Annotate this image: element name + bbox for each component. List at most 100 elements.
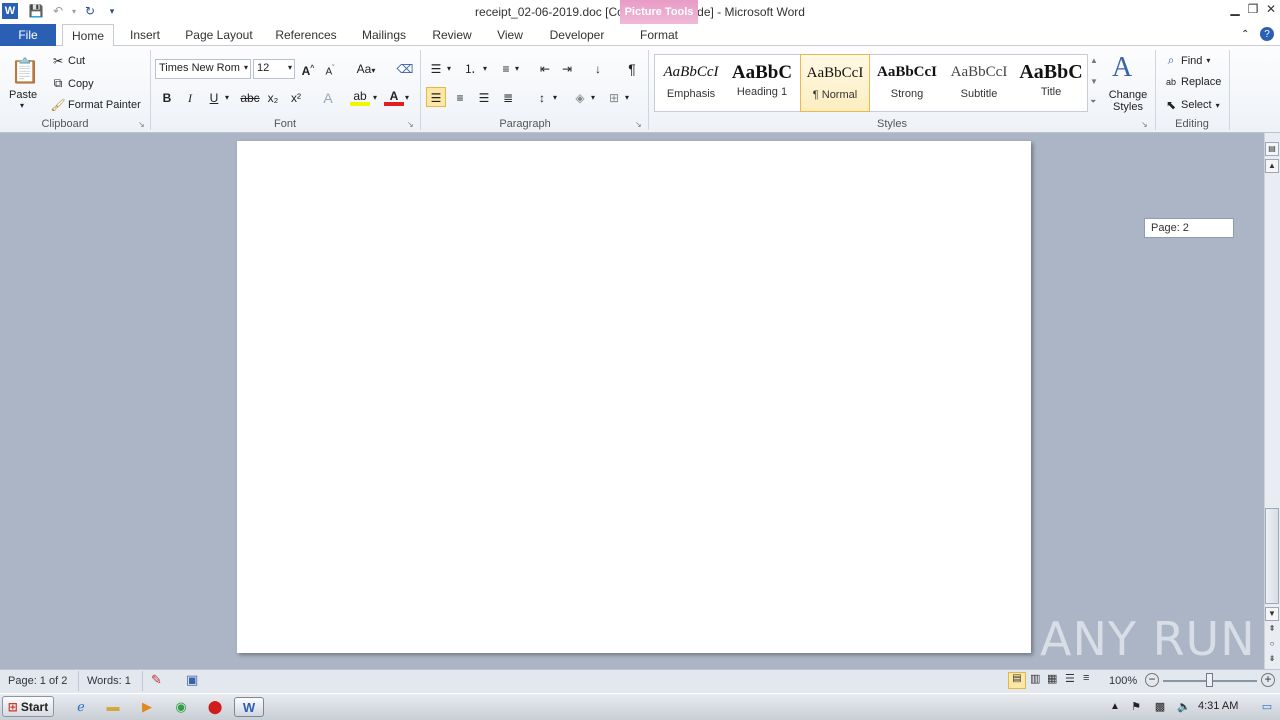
font-name-combo[interactable]: Times New Rom ▾	[155, 59, 251, 79]
volume-icon[interactable]: 🔈	[1176, 697, 1192, 717]
tab-home[interactable]: Home	[62, 24, 114, 47]
underline-dropdown-icon[interactable]: ▾	[222, 88, 232, 108]
opera-icon[interactable]: ⬤	[204, 697, 226, 717]
zoom-slider-thumb[interactable]	[1206, 673, 1213, 687]
replace-button[interactable]: ab Replace	[1163, 76, 1221, 88]
shading-icon[interactable]: ◈	[570, 88, 590, 108]
paste-dropdown-icon[interactable]: ▾	[20, 101, 24, 110]
style-normal[interactable]: AaBbCcI ¶ Normal	[800, 54, 870, 112]
minimize-ribbon-icon[interactable]: ⌃	[1241, 29, 1249, 40]
subscript-button[interactable]: x₂	[263, 88, 283, 108]
justify-icon[interactable]: ≣	[498, 88, 518, 108]
line-spacing-dropdown-icon[interactable]: ▾	[550, 88, 560, 108]
internet-explorer-icon[interactable]: ℯ	[70, 697, 92, 717]
view-ruler-icon[interactable]: ▤	[1265, 142, 1279, 156]
style-emphasis[interactable]: AaBbCcI Emphasis	[656, 54, 726, 112]
shading-dropdown-icon[interactable]: ▾	[588, 88, 598, 108]
zoom-out-icon[interactable]: −	[1145, 673, 1159, 687]
show-desktop-icon[interactable]: ▭	[1258, 697, 1276, 717]
proofing-icon[interactable]: ✎	[151, 672, 162, 688]
show-formatting-icon[interactable]: ¶	[622, 59, 642, 79]
cut-button[interactable]: ✂ Cut	[50, 54, 85, 68]
tab-view[interactable]: View	[490, 24, 530, 46]
select-browse-object-icon[interactable]: ○	[1265, 638, 1279, 652]
sort-icon[interactable]: ↓	[588, 59, 608, 79]
bullets-dropdown-icon[interactable]: ▾	[444, 59, 454, 79]
format-painter-button[interactable]: 🖌 Format Painter	[50, 98, 140, 112]
select-button[interactable]: ⬉ Select ▾	[1163, 98, 1220, 112]
font-launcher-icon[interactable]: ↘	[407, 120, 414, 129]
help-icon[interactable]: ?	[1260, 27, 1274, 41]
shrink-font-icon[interactable]: Aˇ	[320, 59, 340, 79]
clear-formatting-icon[interactable]: ⌫	[395, 59, 415, 79]
grow-font-icon[interactable]: A^	[298, 59, 318, 79]
font-size-combo[interactable]: 12 ▾	[253, 59, 295, 79]
previous-page-icon[interactable]: ⇞	[1265, 623, 1279, 637]
style-subtitle[interactable]: AaBbCcI Subtitle	[944, 54, 1014, 112]
borders-dropdown-icon[interactable]: ▾	[622, 88, 632, 108]
scroll-up-arrow[interactable]: ▲	[1265, 159, 1279, 173]
highlight-dropdown-icon[interactable]: ▾	[370, 88, 380, 108]
style-title[interactable]: AaBbC Title	[1016, 54, 1086, 112]
align-left-icon[interactable]: ☰	[426, 87, 446, 107]
web-layout-icon[interactable]: ▦	[1047, 672, 1057, 685]
underline-button[interactable]: U	[204, 88, 224, 108]
paste-button[interactable]: Paste	[9, 89, 37, 101]
restore-icon[interactable]: ❐	[1244, 2, 1262, 18]
system-clock[interactable]: 4:31 AM	[1198, 700, 1238, 712]
full-screen-reading-icon[interactable]: ▥	[1030, 672, 1040, 685]
font-color-dropdown-icon[interactable]: ▾	[402, 88, 412, 108]
zoom-in-icon[interactable]: +	[1261, 673, 1275, 687]
macro-record-icon[interactable]: ▣	[186, 672, 198, 688]
change-styles-button[interactable]: Change Styles	[1104, 89, 1152, 113]
word-count-status[interactable]: Words: 1	[87, 675, 131, 687]
explorer-folder-icon[interactable]: ▬	[102, 697, 124, 717]
show-hidden-icons[interactable]: ▲	[1108, 697, 1122, 717]
close-icon[interactable]: ✕	[1262, 2, 1280, 18]
font-color-icon[interactable]: A	[384, 88, 404, 106]
styles-scroll-down-icon[interactable]: ▼	[1090, 77, 1098, 86]
tab-mailings[interactable]: Mailings	[354, 24, 414, 46]
styles-more-icon[interactable]: ⏷	[1090, 97, 1096, 107]
paste-icon[interactable]: 📋	[10, 54, 40, 88]
align-right-icon[interactable]: ☰	[474, 88, 494, 108]
italic-button[interactable]: I	[180, 88, 200, 108]
change-styles-icon[interactable]: A	[1112, 52, 1132, 84]
print-layout-icon[interactable]: ▤	[1008, 672, 1026, 689]
chrome-icon[interactable]: ◉	[170, 697, 192, 717]
styles-launcher-icon[interactable]: ↘	[1141, 120, 1148, 129]
scroll-down-arrow[interactable]: ▼	[1265, 607, 1279, 621]
tab-developer[interactable]: Developer	[542, 24, 612, 46]
increase-indent-icon[interactable]: ⇥	[557, 59, 577, 79]
multilevel-dropdown-icon[interactable]: ▾	[512, 59, 522, 79]
start-button[interactable]: ⊞ Start	[2, 696, 54, 717]
draft-icon[interactable]: ≡	[1083, 672, 1089, 684]
find-button[interactable]: ⌕ Find ▾	[1163, 53, 1211, 68]
change-case-button[interactable]: Aa▾	[352, 59, 380, 79]
paragraph-launcher-icon[interactable]: ↘	[635, 120, 642, 129]
zoom-level[interactable]: 100%	[1109, 675, 1137, 687]
tab-file[interactable]: File	[0, 24, 56, 46]
line-spacing-icon[interactable]: ↕	[532, 88, 552, 108]
align-center-icon[interactable]: ≡	[450, 88, 470, 108]
next-page-icon[interactable]: ⇟	[1265, 653, 1279, 667]
page-count-status[interactable]: Page: 1 of 2	[8, 675, 67, 687]
tab-page-layout[interactable]: Page Layout	[180, 24, 258, 46]
style-strong[interactable]: AaBbCcI Strong	[872, 54, 942, 112]
highlight-icon[interactable]: ab	[350, 88, 370, 106]
tab-references[interactable]: References	[270, 24, 342, 46]
outline-icon[interactable]: ☰	[1065, 672, 1075, 685]
tab-format[interactable]: Format	[630, 24, 688, 46]
clipboard-launcher-icon[interactable]: ↘	[138, 120, 145, 129]
action-center-flag-icon[interactable]: ⚑	[1128, 697, 1144, 717]
tab-review[interactable]: Review	[426, 24, 478, 46]
tab-insert[interactable]: Insert	[122, 24, 168, 46]
numbering-dropdown-icon[interactable]: ▾	[480, 59, 490, 79]
scroll-thumb[interactable]	[1265, 508, 1279, 604]
bold-button[interactable]: B	[157, 88, 177, 108]
text-effects-icon[interactable]: A	[318, 88, 338, 108]
strikethrough-button[interactable]: abc	[238, 88, 262, 108]
borders-icon[interactable]: ⊞	[604, 88, 624, 108]
superscript-button[interactable]: x²	[286, 88, 306, 108]
decrease-indent-icon[interactable]: ⇤	[535, 59, 555, 79]
